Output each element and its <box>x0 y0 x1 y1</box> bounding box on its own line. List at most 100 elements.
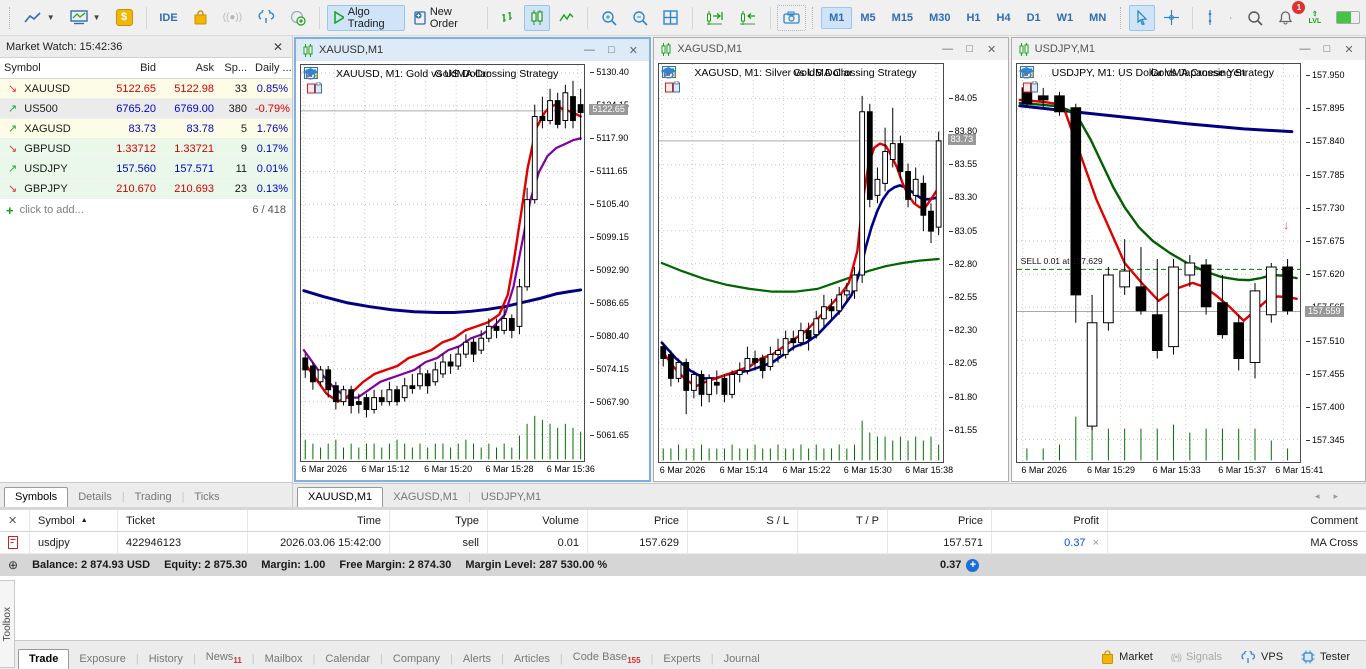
search-button[interactable] <box>1241 5 1269 31</box>
indicator-doc-icon[interactable] <box>665 81 943 96</box>
close-button[interactable]: ✕ <box>982 43 1002 56</box>
market-button[interactable] <box>187 5 214 31</box>
minimize-button[interactable]: — <box>579 44 599 57</box>
chart-plot[interactable]: XAUUSD, M1: Gold vs US Dollar GoldMA Cros… <box>300 64 586 462</box>
tab-ticks[interactable]: Ticks <box>184 488 229 507</box>
notifications-button[interactable]: 1 <box>1272 0 1306 31</box>
close-button[interactable]: ✕ <box>1339 43 1359 56</box>
expert-advisor-icon[interactable] <box>1018 67 1296 82</box>
expert-advisor-icon[interactable] <box>302 68 580 83</box>
status-signals[interactable]: ((•)) Signals <box>1171 651 1222 663</box>
screenshot-button[interactable] <box>777 4 807 31</box>
chart-window-titlebar[interactable]: XAGUSD,M1 — □ ✕ <box>654 38 1008 60</box>
toolbox-tab-articles[interactable]: Articles <box>504 650 560 669</box>
expert-advisor-icon[interactable] <box>660 67 938 82</box>
chart-tab-xagusd[interactable]: XAGUSD,M1 <box>383 488 468 507</box>
maximize-button[interactable]: □ <box>1317 43 1337 56</box>
price-axis[interactable]: 157.950 157.895 157.840 157.785 157.730 157.6… <box>1303 63 1365 463</box>
timeframe-button-d1[interactable]: D1 <box>1019 7 1049 29</box>
tab-scroll-arrows[interactable]: ◂▸ <box>1315 491 1362 507</box>
market-watch-row[interactable]: ↘ GBPJPY 210.670 210.693 23 0.13% <box>0 179 292 199</box>
close-button[interactable]: ✕ <box>623 44 643 57</box>
metaeditor-button[interactable]: IDE <box>153 5 183 31</box>
toolbox-side-tab[interactable]: Toolbox <box>0 580 15 668</box>
maximize-button[interactable]: □ <box>960 43 980 56</box>
market-watch-row[interactable]: ↗ XAGUSD 83.73 83.78 5 1.76% <box>0 119 292 139</box>
depth-of-market-button[interactable]: ⇧ LVL <box>1302 5 1327 31</box>
expand-icon[interactable]: ⊕ <box>8 558 18 572</box>
vertical-line-tool-button[interactable] <box>1200 5 1220 31</box>
column-header[interactable]: Daily ... <box>251 62 292 74</box>
tab-trading[interactable]: Trading <box>125 488 182 507</box>
timeframe-button-m15[interactable]: M15 <box>884 7 921 29</box>
objects-more-button[interactable]: · <box>1223 5 1239 31</box>
toolbox-tab-code-base[interactable]: Code Base155 <box>563 648 651 669</box>
column-header[interactable]: Symbol <box>0 62 102 74</box>
close-icon[interactable]: ✕ <box>270 40 286 54</box>
vps-button[interactable] <box>251 5 281 31</box>
one-click-toggle[interactable] <box>1336 11 1361 24</box>
toolbox-tab-trade[interactable]: Trade <box>18 649 70 669</box>
close-position-icon[interactable]: × <box>1093 537 1099 549</box>
chart-plot[interactable]: XAGUSD, M1: Silver vs US Dollar GoldMA Cr… <box>658 63 944 463</box>
indicator-doc-icon[interactable] <box>307 82 585 97</box>
toolbox-tab-mailbox[interactable]: Mailbox <box>255 650 313 669</box>
tab-details[interactable]: Details <box>68 488 122 507</box>
signals-button[interactable]: ((●)) <box>217 5 248 31</box>
toolbox-tab-history[interactable]: History <box>139 650 193 669</box>
bar-chart-mode-button[interactable] <box>495 5 521 31</box>
candle-chart-mode-button[interactable] <box>523 4 550 31</box>
chart-window-titlebar[interactable]: XAUUSD,M1 — □ ✕ <box>296 39 650 61</box>
tab-symbols[interactable]: Symbols <box>4 487 69 507</box>
cursor-tool-button[interactable] <box>1128 4 1155 31</box>
crosshair-tool-button[interactable] <box>1158 5 1185 31</box>
column-header[interactable]: Sp... <box>218 62 251 74</box>
algo-trading-button[interactable]: Algo Trading <box>326 4 406 31</box>
new-position-icon[interactable]: + <box>966 558 980 572</box>
time-axis[interactable]: 6 Mar 2026 6 Mar 15:14 6 Mar 15:22 6 Mar 15… <box>658 465 953 479</box>
timeframe-button-h4[interactable]: H4 <box>989 7 1019 29</box>
chart-profile-button[interactable]: ▼ <box>18 5 61 31</box>
toolbox-tab-journal[interactable]: Journal <box>714 650 770 669</box>
toolbox-tab-news[interactable]: News11 <box>196 648 252 669</box>
time-axis[interactable]: 6 Mar 2026 6 Mar 15:12 6 Mar 15:20 6 Mar 15… <box>300 464 594 478</box>
chart-window-button[interactable]: ▼ <box>64 5 107 31</box>
close-panel-icon[interactable]: ✕ <box>0 510 30 531</box>
status-market[interactable]: Market <box>1101 650 1153 664</box>
time-axis[interactable]: 6 Mar 2026 6 Mar 15:29 6 Mar 15:33 6 Mar 15… <box>1016 465 1323 479</box>
toolbox-tab-calendar[interactable]: Calendar <box>315 650 380 669</box>
toolbox-tab-exposure[interactable]: Exposure <box>69 650 135 669</box>
zoom-out-button[interactable] <box>626 5 654 31</box>
market-watch-row[interactable]: ↘ GBPUSD 1.33712 1.33721 9 0.17% <box>0 139 292 159</box>
status-vps[interactable]: VPS <box>1240 650 1283 664</box>
tile-windows-button[interactable] <box>657 5 685 31</box>
maximize-button[interactable]: □ <box>601 44 621 57</box>
price-axis[interactable]: 5130.405124.155117.905111.655105.405099.… <box>587 64 649 462</box>
timeframe-button-w1[interactable]: W1 <box>1049 7 1082 29</box>
column-header[interactable]: Ask <box>160 62 218 74</box>
add-symbol-row[interactable]: + click to add... 6 / 418 <box>0 199 292 221</box>
chart-tab-usdjpy[interactable]: USDJPY,M1 <box>471 488 551 507</box>
toolbox-tab-experts[interactable]: Experts <box>653 650 710 669</box>
shift-end-button[interactable] <box>700 5 730 31</box>
auto-scroll-button[interactable] <box>733 5 763 31</box>
community-button[interactable] <box>284 5 312 31</box>
price-chart[interactable] <box>301 65 584 461</box>
indicator-doc-icon[interactable] <box>1022 81 1301 96</box>
minimize-button[interactable]: — <box>1295 43 1315 56</box>
timeframe-button-m5[interactable]: M5 <box>852 7 883 29</box>
toolbox-tab-alerts[interactable]: Alerts <box>453 650 501 669</box>
chart-plot[interactable]: USDJPY, M1: US Dollar vs Japanese Yen Gol… <box>1015 63 1301 463</box>
market-watch-row[interactable]: ↘ XAUUSD 5122.65 5122.98 33 0.85% <box>0 79 292 99</box>
column-header[interactable]: Bid <box>102 62 160 74</box>
timeframe-button-m30[interactable]: M30 <box>921 7 958 29</box>
chart-window-titlebar[interactable]: USDJPY,M1 — □ ✕ <box>1011 38 1365 60</box>
timeframe-button-h1[interactable]: H1 <box>958 7 988 29</box>
timeframe-button-m1[interactable]: M1 <box>821 6 853 29</box>
market-watch-row[interactable]: ↗ USDJPY 157.560 157.571 11 0.01% <box>0 159 292 179</box>
minimize-button[interactable]: — <box>938 43 958 56</box>
status-tester[interactable]: Tester <box>1301 650 1350 664</box>
toolbox-tab-company[interactable]: Company <box>383 650 450 669</box>
market-watch-row[interactable]: ↗ US500 6765.20 6769.00 380 -0.79% <box>0 99 292 119</box>
deposit-button[interactable]: $ <box>110 5 139 31</box>
